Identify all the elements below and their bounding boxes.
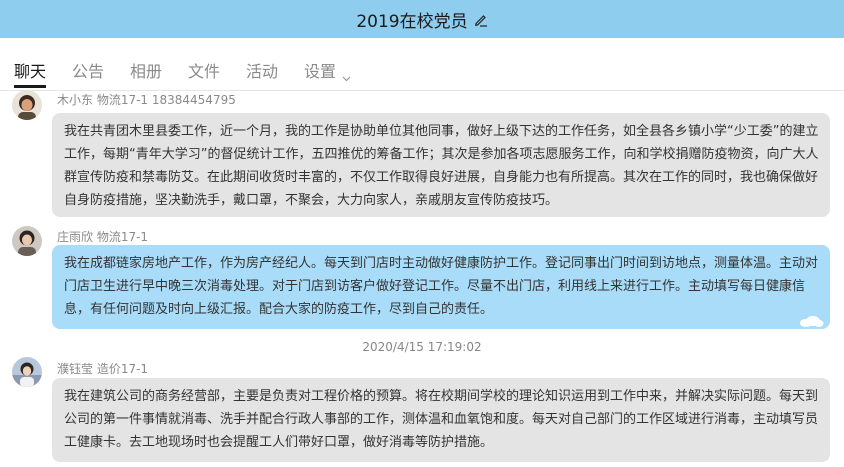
cloud-decoration-icon bbox=[798, 313, 824, 327]
sender-name: 木小东 物流17-1 18384454795 bbox=[57, 93, 236, 107]
tab-bar: 聊天 公告 相册 文件 活动 设置 bbox=[0, 38, 844, 91]
sender-name: 濮钰莹 造价17-1 bbox=[57, 362, 149, 376]
message-bubble[interactable]: 我在成都链家房地产工作，作为房产经纪人。每天到门店时主动做好健康防护工作。登记同… bbox=[52, 245, 830, 329]
active-tab-indicator bbox=[14, 85, 46, 88]
tab-chat[interactable]: 聊天 bbox=[14, 58, 46, 82]
chevron-down-icon bbox=[342, 68, 351, 82]
message-bubble[interactable]: 我在建筑公司的商务经营部，主要是负责对工程价格的预算。将在校期间学校的理论知识运… bbox=[52, 378, 830, 462]
avatar[interactable] bbox=[12, 357, 42, 387]
message-bubble[interactable]: 我在共青团木里县委工作，近一个月，我的工作是协助单位其他同事，做好上级下达的工作… bbox=[52, 113, 830, 217]
message-timestamp: 2020/4/15 17:19:02 bbox=[362, 340, 482, 354]
edit-pencil-icon[interactable] bbox=[474, 12, 488, 27]
tab-activity[interactable]: 活动 bbox=[246, 58, 278, 82]
avatar[interactable] bbox=[12, 90, 42, 120]
tab-settings[interactable]: 设置 bbox=[304, 58, 351, 82]
message-text: 我在成都链家房地产工作，作为房产经纪人。每天到门店时主动做好健康防护工作。登记同… bbox=[64, 256, 819, 317]
tab-announcement[interactable]: 公告 bbox=[72, 58, 104, 82]
tab-settings-label: 设置 bbox=[304, 62, 337, 81]
avatar[interactable] bbox=[12, 226, 42, 256]
sender-name: 庄雨欣 物流17-1 bbox=[57, 230, 149, 244]
group-title: 2019在校党员 bbox=[356, 11, 468, 32]
tab-album[interactable]: 相册 bbox=[130, 58, 162, 82]
tab-files[interactable]: 文件 bbox=[188, 58, 220, 82]
title-bar: 2019在校党员 bbox=[0, 0, 844, 38]
